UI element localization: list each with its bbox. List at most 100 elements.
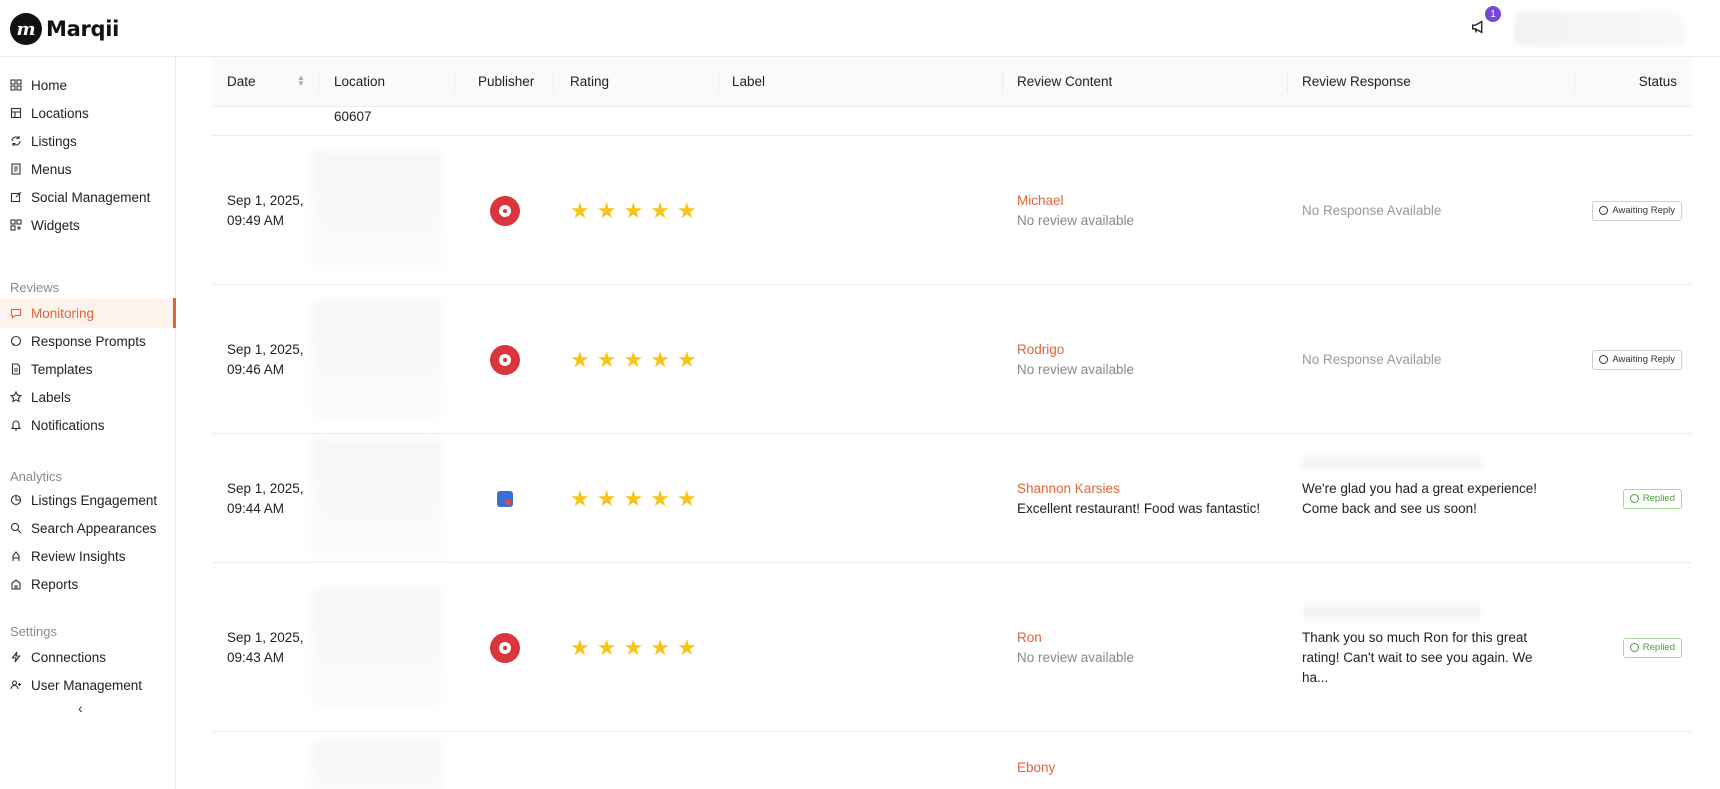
review-response-line: We're glad you had a great experience! [1302, 480, 1537, 496]
check-circle-icon [1629, 643, 1639, 652]
check-circle-icon [1629, 494, 1639, 503]
sidebar-item-label: Response Prompts [31, 333, 146, 349]
google-business-icon[interactable] [490, 484, 520, 514]
user-menu[interactable] [1514, 12, 1684, 46]
sort-icon[interactable]: ▲ ▼ [297, 74, 305, 88]
header-status[interactable]: Status [1639, 74, 1677, 89]
header-review-content[interactable]: Review Content [1017, 74, 1112, 89]
star-icon: ★ [650, 346, 670, 372]
reviewer-name[interactable]: Ebony [1017, 758, 1055, 778]
sidebar-item-menus[interactable]: Menus [0, 154, 176, 184]
yelp-icon[interactable] [490, 195, 520, 226]
sidebar-item-listings-engagement[interactable]: Listings Engagement [0, 485, 176, 515]
table-header: Date ▲ ▼ Location Publisher Rating Label … [212, 57, 1692, 107]
sidebar-item-label: Review Insights [31, 548, 126, 564]
star-icon: ★ [570, 346, 590, 372]
star-icon: ★ [623, 485, 644, 511]
reviewer-name[interactable]: Rodrigo [1017, 340, 1064, 360]
review-date: Sep 1, 2025, 09:46 AM [227, 340, 304, 380]
menu-doc-icon [10, 163, 22, 175]
sidebar-item-response-prompts[interactable]: Response Prompts [0, 326, 176, 356]
sidebar-item-search-appearances[interactable]: Search Appearances [0, 513, 176, 543]
table-row[interactable]: Sep 1, 2025, 09:44 AM ★ ★ ★ ★ ★ We're glad you … [212, 434, 1692, 563]
reviewer-name[interactable]: Ron [1017, 628, 1042, 648]
review-time-line: 09:46 AM [227, 361, 285, 377]
star-icon: ★ [676, 485, 697, 511]
clock-icon [1599, 206, 1609, 215]
review-response: Thank you so much Ron for this great rati… [1302, 628, 1562, 688]
sidebar-item-connections[interactable]: Connections [0, 642, 176, 672]
section-reviews: Reviews [10, 280, 60, 295]
sidebar-item-listings[interactable]: Listings [0, 126, 176, 156]
rating-stars: ★ ★ ★ ★ ★ [570, 346, 697, 372]
section-analytics: Analytics [10, 469, 63, 484]
review-response: We're glad you had a great experience! Co… [1302, 479, 1562, 519]
star-icon: ★ [570, 197, 590, 223]
collapse-sidebar-icon[interactable]: ‹ [78, 700, 94, 716]
star-outline-icon [10, 391, 22, 403]
grid-icon [10, 79, 22, 91]
table-row[interactable]: Ebony [212, 732, 1692, 789]
sidebar: Home Locations Listings Menus Social Managem… [0, 57, 176, 789]
announcement-icon[interactable] [1470, 18, 1490, 38]
location-thumbnail [312, 740, 442, 789]
search-icon [10, 522, 22, 534]
sidebar-item-label: User Management [31, 677, 143, 693]
status-text: Replied [1642, 493, 1675, 504]
review-text: No review available [1017, 361, 1135, 377]
sidebar-item-notifications[interactable]: Notifications [0, 410, 176, 440]
response-author [1302, 605, 1482, 618]
review-date-line: Sep 1, 2025, [227, 341, 304, 357]
clock-icon [1599, 355, 1609, 364]
edit-icon [10, 191, 22, 203]
star-icon: ★ [676, 346, 697, 372]
sidebar-item-social-management[interactable]: Social Management [0, 182, 176, 212]
response-author [1302, 456, 1482, 469]
header-review-response[interactable]: Review Response [1302, 74, 1411, 89]
star-icon: ★ [596, 634, 617, 660]
review-date: Sep 1, 2025, 09:44 AM [227, 479, 304, 519]
app-logo[interactable]: m Marqii [10, 13, 119, 45]
header-location[interactable]: Location [334, 74, 385, 89]
review-date: Sep 1, 2025, 09:49 AM [227, 191, 304, 231]
star-icon: ★ [650, 485, 670, 511]
sidebar-item-review-insights[interactable]: Review Insights [0, 541, 176, 571]
reviewer-name[interactable]: Shannon Karsies [1017, 479, 1120, 499]
sidebar-item-widgets[interactable]: Widgets [0, 210, 176, 240]
header-rating[interactable]: Rating [570, 74, 609, 89]
sidebar-item-label: Notifications [31, 417, 105, 433]
sidebar-item-user-management[interactable]: User Management [0, 670, 176, 700]
section-settings: Settings [10, 624, 57, 639]
users-icon [10, 679, 22, 691]
table-row[interactable]: Sep 1, 2025, 09:49 AM ★ ★ ★ ★ ★ No Response Ava… [212, 136, 1692, 285]
sidebar-item-label: Locations [31, 105, 89, 121]
review-response-line: rating! Can't wait to see you again. We … [1302, 649, 1533, 685]
review-response-line: No Response Available [1302, 202, 1442, 218]
review-text: Excellent restaurant! Food was fantastic… [1017, 500, 1261, 516]
sidebar-item-label: Listings [31, 133, 77, 149]
sidebar-item-labels[interactable]: Labels [0, 382, 176, 412]
yelp-icon[interactable] [490, 632, 520, 663]
sidebar-item-label: Monitoring [31, 305, 95, 321]
yelp-icon[interactable] [490, 344, 520, 375]
status-text: Replied [1642, 642, 1675, 653]
sidebar-item-templates[interactable]: Templates [0, 354, 176, 384]
sidebar-item-locations[interactable]: Locations [0, 98, 176, 128]
sidebar-item-label: Reports [31, 576, 79, 592]
location-thumbnail [312, 299, 442, 420]
document-icon [10, 363, 22, 375]
table-row[interactable]: Sep 1, 2025, 09:43 AM ★ ★ ★ ★ ★ Thank you so mu… [212, 563, 1692, 732]
sidebar-item-monitoring[interactable]: Monitoring [0, 298, 176, 328]
header-date[interactable]: Date [227, 74, 256, 89]
reviewer-name[interactable]: Michael [1017, 191, 1064, 211]
sidebar-item-reports[interactable]: Reports [0, 569, 176, 599]
sidebar-item-home[interactable]: Home [0, 70, 176, 100]
header-publisher[interactable]: Publisher [478, 74, 534, 89]
table-row[interactable]: Sep 1, 2025, 09:46 AM ★ ★ ★ ★ ★ No Response Ava… [212, 285, 1692, 434]
location-thumbnail [312, 438, 442, 559]
header-label[interactable]: Label [732, 74, 765, 89]
review-response-line: Come back and see us soon! [1302, 500, 1477, 516]
report-icon [10, 578, 22, 590]
sidebar-item-label: Home [31, 77, 68, 93]
review-date: Sep 1, 2025, 09:43 AM [227, 628, 304, 668]
